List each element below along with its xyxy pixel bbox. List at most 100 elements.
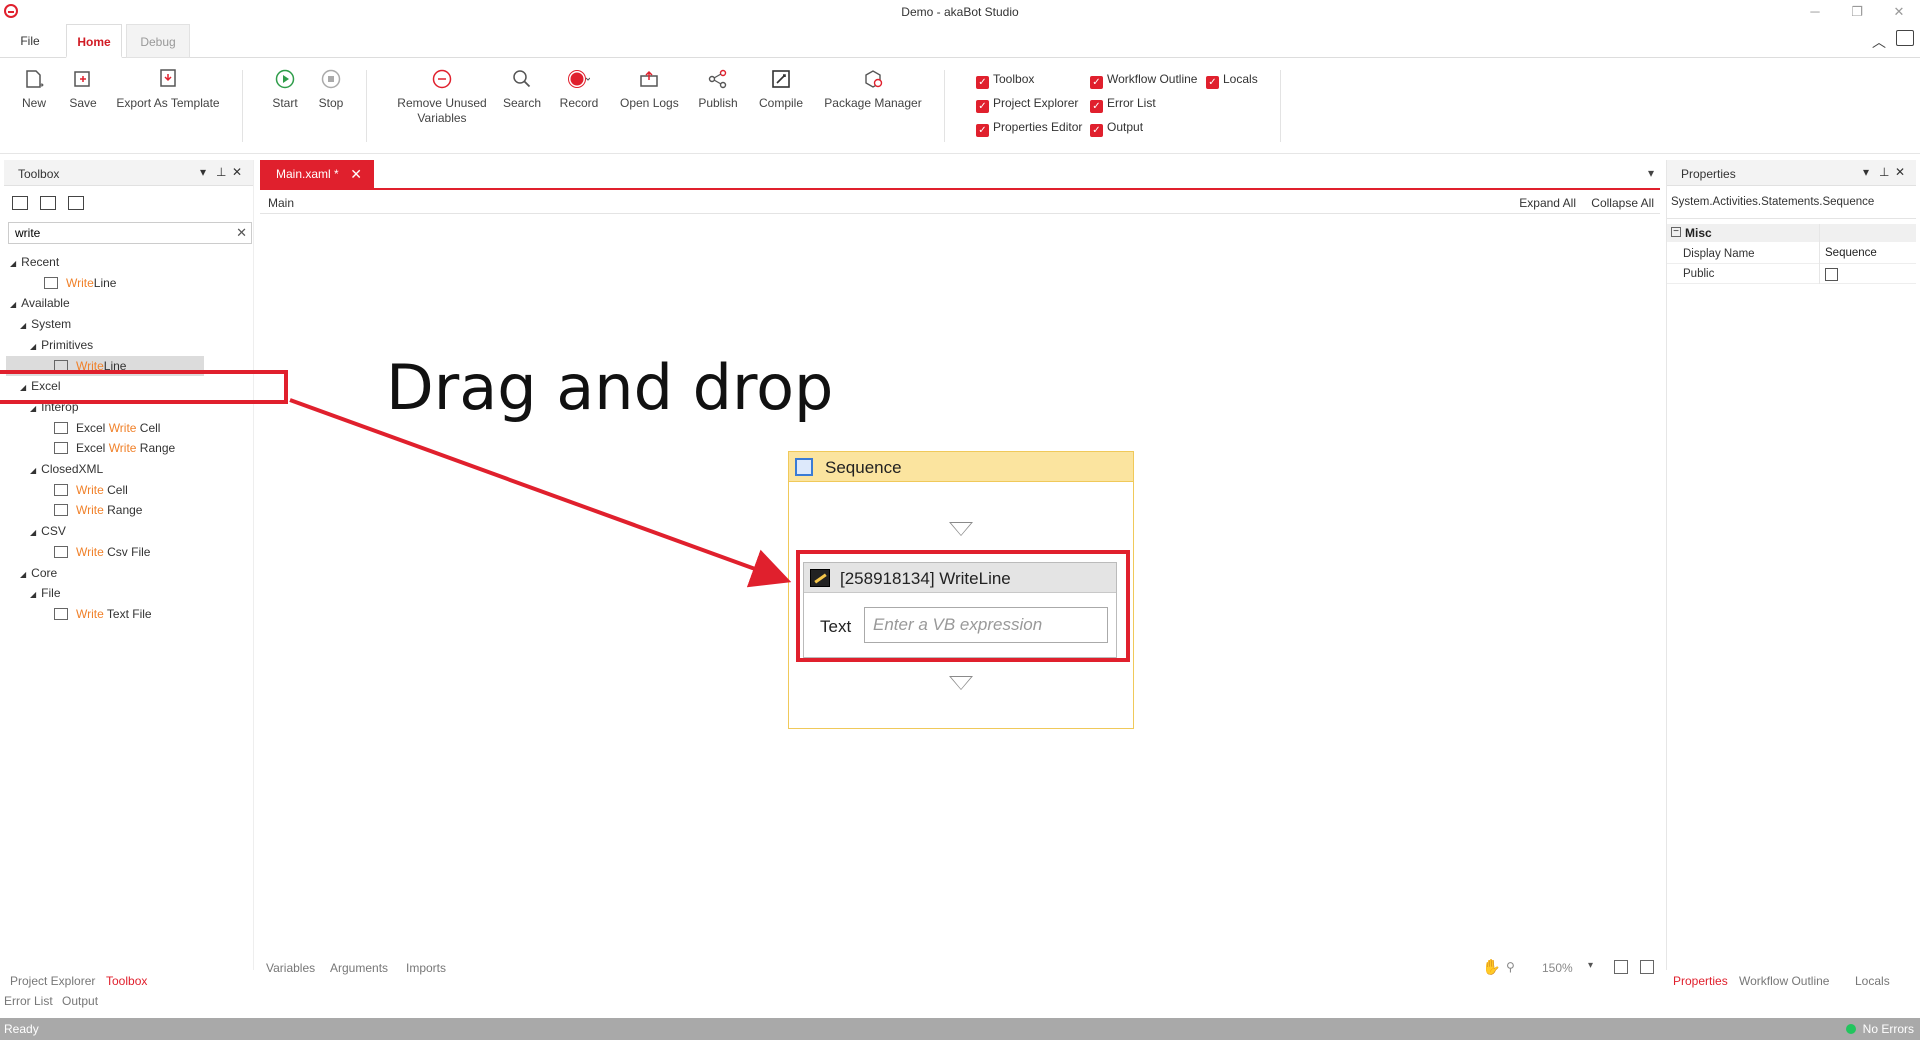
publish-button[interactable]: Publish [696, 68, 740, 111]
tree-group[interactable]: ◢ System [20, 314, 71, 334]
overview-icon[interactable] [1640, 960, 1654, 974]
tab-project-explorer[interactable]: Project Explorer [10, 974, 95, 988]
tab-variables[interactable]: Variables [266, 961, 315, 975]
list-view-icon[interactable] [68, 196, 84, 210]
restore-button[interactable]: ❐ [1842, 2, 1872, 22]
document-menu-icon[interactable]: ▾ [1648, 166, 1654, 180]
tab-file[interactable]: File [8, 24, 52, 58]
property-public[interactable]: Public [1667, 264, 1916, 284]
breadcrumb[interactable]: Main [268, 196, 294, 210]
zoom-dropdown-icon[interactable]: ▾ [1588, 960, 1593, 971]
display-name-value[interactable]: Sequence [1825, 247, 1877, 259]
public-checkbox[interactable] [1825, 268, 1838, 281]
stop-button[interactable]: Stop [314, 68, 348, 111]
category-misc[interactable]: − Misc [1667, 224, 1916, 242]
zoom-level[interactable]: 150% [1542, 961, 1573, 975]
expand-triangle-icon[interactable]: ◢ [30, 585, 36, 605]
expand-triangle-icon[interactable]: ◢ [30, 523, 36, 543]
tree-activity[interactable]: Excel Write Cell [54, 418, 160, 438]
collapse-category-icon[interactable]: − [1671, 227, 1681, 237]
tab-output[interactable]: Output [62, 994, 98, 1008]
tab-locals[interactable]: Locals [1855, 974, 1890, 988]
collapse-all-icon[interactable] [40, 196, 56, 210]
remove-unused-variables-button[interactable]: Remove Unused Variables [394, 68, 490, 126]
tree-activity[interactable]: Excel Write Range [54, 438, 175, 458]
tab-properties[interactable]: Properties [1673, 974, 1728, 988]
tree-group[interactable]: ◢ Primitives [30, 335, 93, 355]
tab-arguments[interactable]: Arguments [330, 961, 388, 975]
tab-imports[interactable]: Imports [406, 961, 446, 975]
tab-main-xaml[interactable]: Main.xaml * ✕ [260, 160, 374, 188]
expand-triangle-icon[interactable]: ◢ [20, 565, 26, 585]
error-list-checkbox[interactable]: ✓ Error List [1090, 96, 1156, 113]
tab-debug[interactable]: Debug [126, 24, 190, 58]
close-panel-icon[interactable]: ✕ [232, 165, 242, 179]
pan-hand-icon[interactable]: ✋ [1482, 958, 1501, 976]
pin-icon[interactable]: ⊥ [216, 165, 226, 179]
tree-activity[interactable]: Write Cell [54, 480, 128, 500]
properties-editor-checkbox[interactable]: ✓ Properties Editor [976, 120, 1082, 137]
output-checkbox[interactable]: ✓ Output [1090, 120, 1143, 137]
tree-activity[interactable]: WriteLine [44, 273, 116, 293]
status-ok-icon [1846, 1024, 1856, 1034]
package-manager-button[interactable]: Package Manager [824, 68, 922, 111]
panel-dropdown-icon[interactable]: ▾ [200, 165, 206, 179]
divider [1819, 224, 1820, 284]
fit-to-screen-icon[interactable] [1614, 960, 1628, 974]
workflow-outline-checkbox[interactable]: ✓ Workflow Outline [1090, 72, 1197, 89]
expand-triangle-icon[interactable]: ◢ [30, 337, 36, 357]
toolbox-checkbox[interactable]: ✓ Toolbox [976, 72, 1034, 89]
tree-group[interactable]: ◢ Recent [10, 252, 59, 272]
feedback-icon[interactable] [1896, 30, 1914, 46]
expand-triangle-icon[interactable]: ◢ [10, 295, 16, 315]
save-button[interactable]: Save [66, 68, 100, 111]
expand-all-icon[interactable] [12, 196, 28, 210]
error-count[interactable]: No Errors [1863, 1022, 1914, 1036]
tree-group[interactable]: ◢ CSV [30, 521, 66, 541]
panel-dropdown-icon[interactable]: ▾ [1863, 165, 1869, 179]
tree-activity[interactable]: Write Range [54, 500, 142, 520]
publish-icon [708, 69, 727, 89]
export-as-template-button[interactable]: Export As Template [116, 68, 220, 111]
zoom-icon[interactable]: ⚲ [1506, 960, 1515, 974]
tab-workflow-outline[interactable]: Workflow Outline [1739, 974, 1829, 988]
new-button[interactable]: New [16, 68, 52, 111]
toolbox-search-input[interactable] [15, 226, 225, 240]
tab-home[interactable]: Home [66, 24, 122, 58]
tree-group[interactable]: ◢ File [30, 583, 61, 603]
close-window-button[interactable]: ✕ [1884, 2, 1914, 22]
drop-target-icon[interactable] [949, 676, 973, 690]
tree-activity[interactable]: Write Text File [54, 604, 152, 624]
close-tab-icon[interactable]: ✕ [350, 160, 362, 188]
collapse-all-link[interactable]: Collapse All [1591, 196, 1654, 210]
properties-panel: Properties ▾ ⊥ ✕ System.Activities.State… [1666, 160, 1916, 988]
activity-icon [44, 276, 58, 289]
tree-group[interactable]: ◢ ClosedXML [30, 459, 103, 479]
compile-button[interactable]: Compile [756, 68, 806, 111]
search-button[interactable]: Search [502, 68, 542, 111]
activity-icon [54, 607, 68, 620]
sequence-header[interactable]: Sequence [789, 452, 1133, 482]
tab-toolbox[interactable]: Toolbox [106, 974, 147, 988]
expand-triangle-icon[interactable]: ◢ [10, 254, 16, 274]
property-display-name[interactable]: Display Name Sequence [1667, 244, 1916, 264]
collapse-ribbon-icon[interactable]: ︿ [1872, 32, 1886, 52]
clear-search-icon[interactable]: ✕ [236, 225, 247, 241]
expand-triangle-icon[interactable]: ◢ [30, 461, 36, 481]
minimize-button[interactable]: ─ [1800, 2, 1830, 22]
close-panel-icon[interactable]: ✕ [1895, 165, 1905, 179]
tree-group[interactable]: ◢ Core [20, 563, 57, 583]
expand-triangle-icon[interactable]: ◢ [20, 316, 26, 336]
record-icon [568, 70, 590, 88]
locals-checkbox[interactable]: ✓ Locals [1206, 72, 1258, 89]
tab-error-list[interactable]: Error List [4, 994, 53, 1008]
tree-group[interactable]: ◢ Available [10, 293, 70, 313]
drop-target-icon[interactable] [949, 522, 973, 536]
pin-icon[interactable]: ⊥ [1879, 165, 1889, 179]
record-button[interactable]: Record [558, 68, 600, 111]
start-button[interactable]: Start [268, 68, 302, 111]
project-explorer-checkbox[interactable]: ✓ Project Explorer [976, 96, 1078, 113]
open-logs-button[interactable]: Open Logs [620, 68, 679, 111]
expand-all-link[interactable]: Expand All [1519, 196, 1576, 210]
tree-activity[interactable]: Write Csv File [54, 542, 150, 562]
